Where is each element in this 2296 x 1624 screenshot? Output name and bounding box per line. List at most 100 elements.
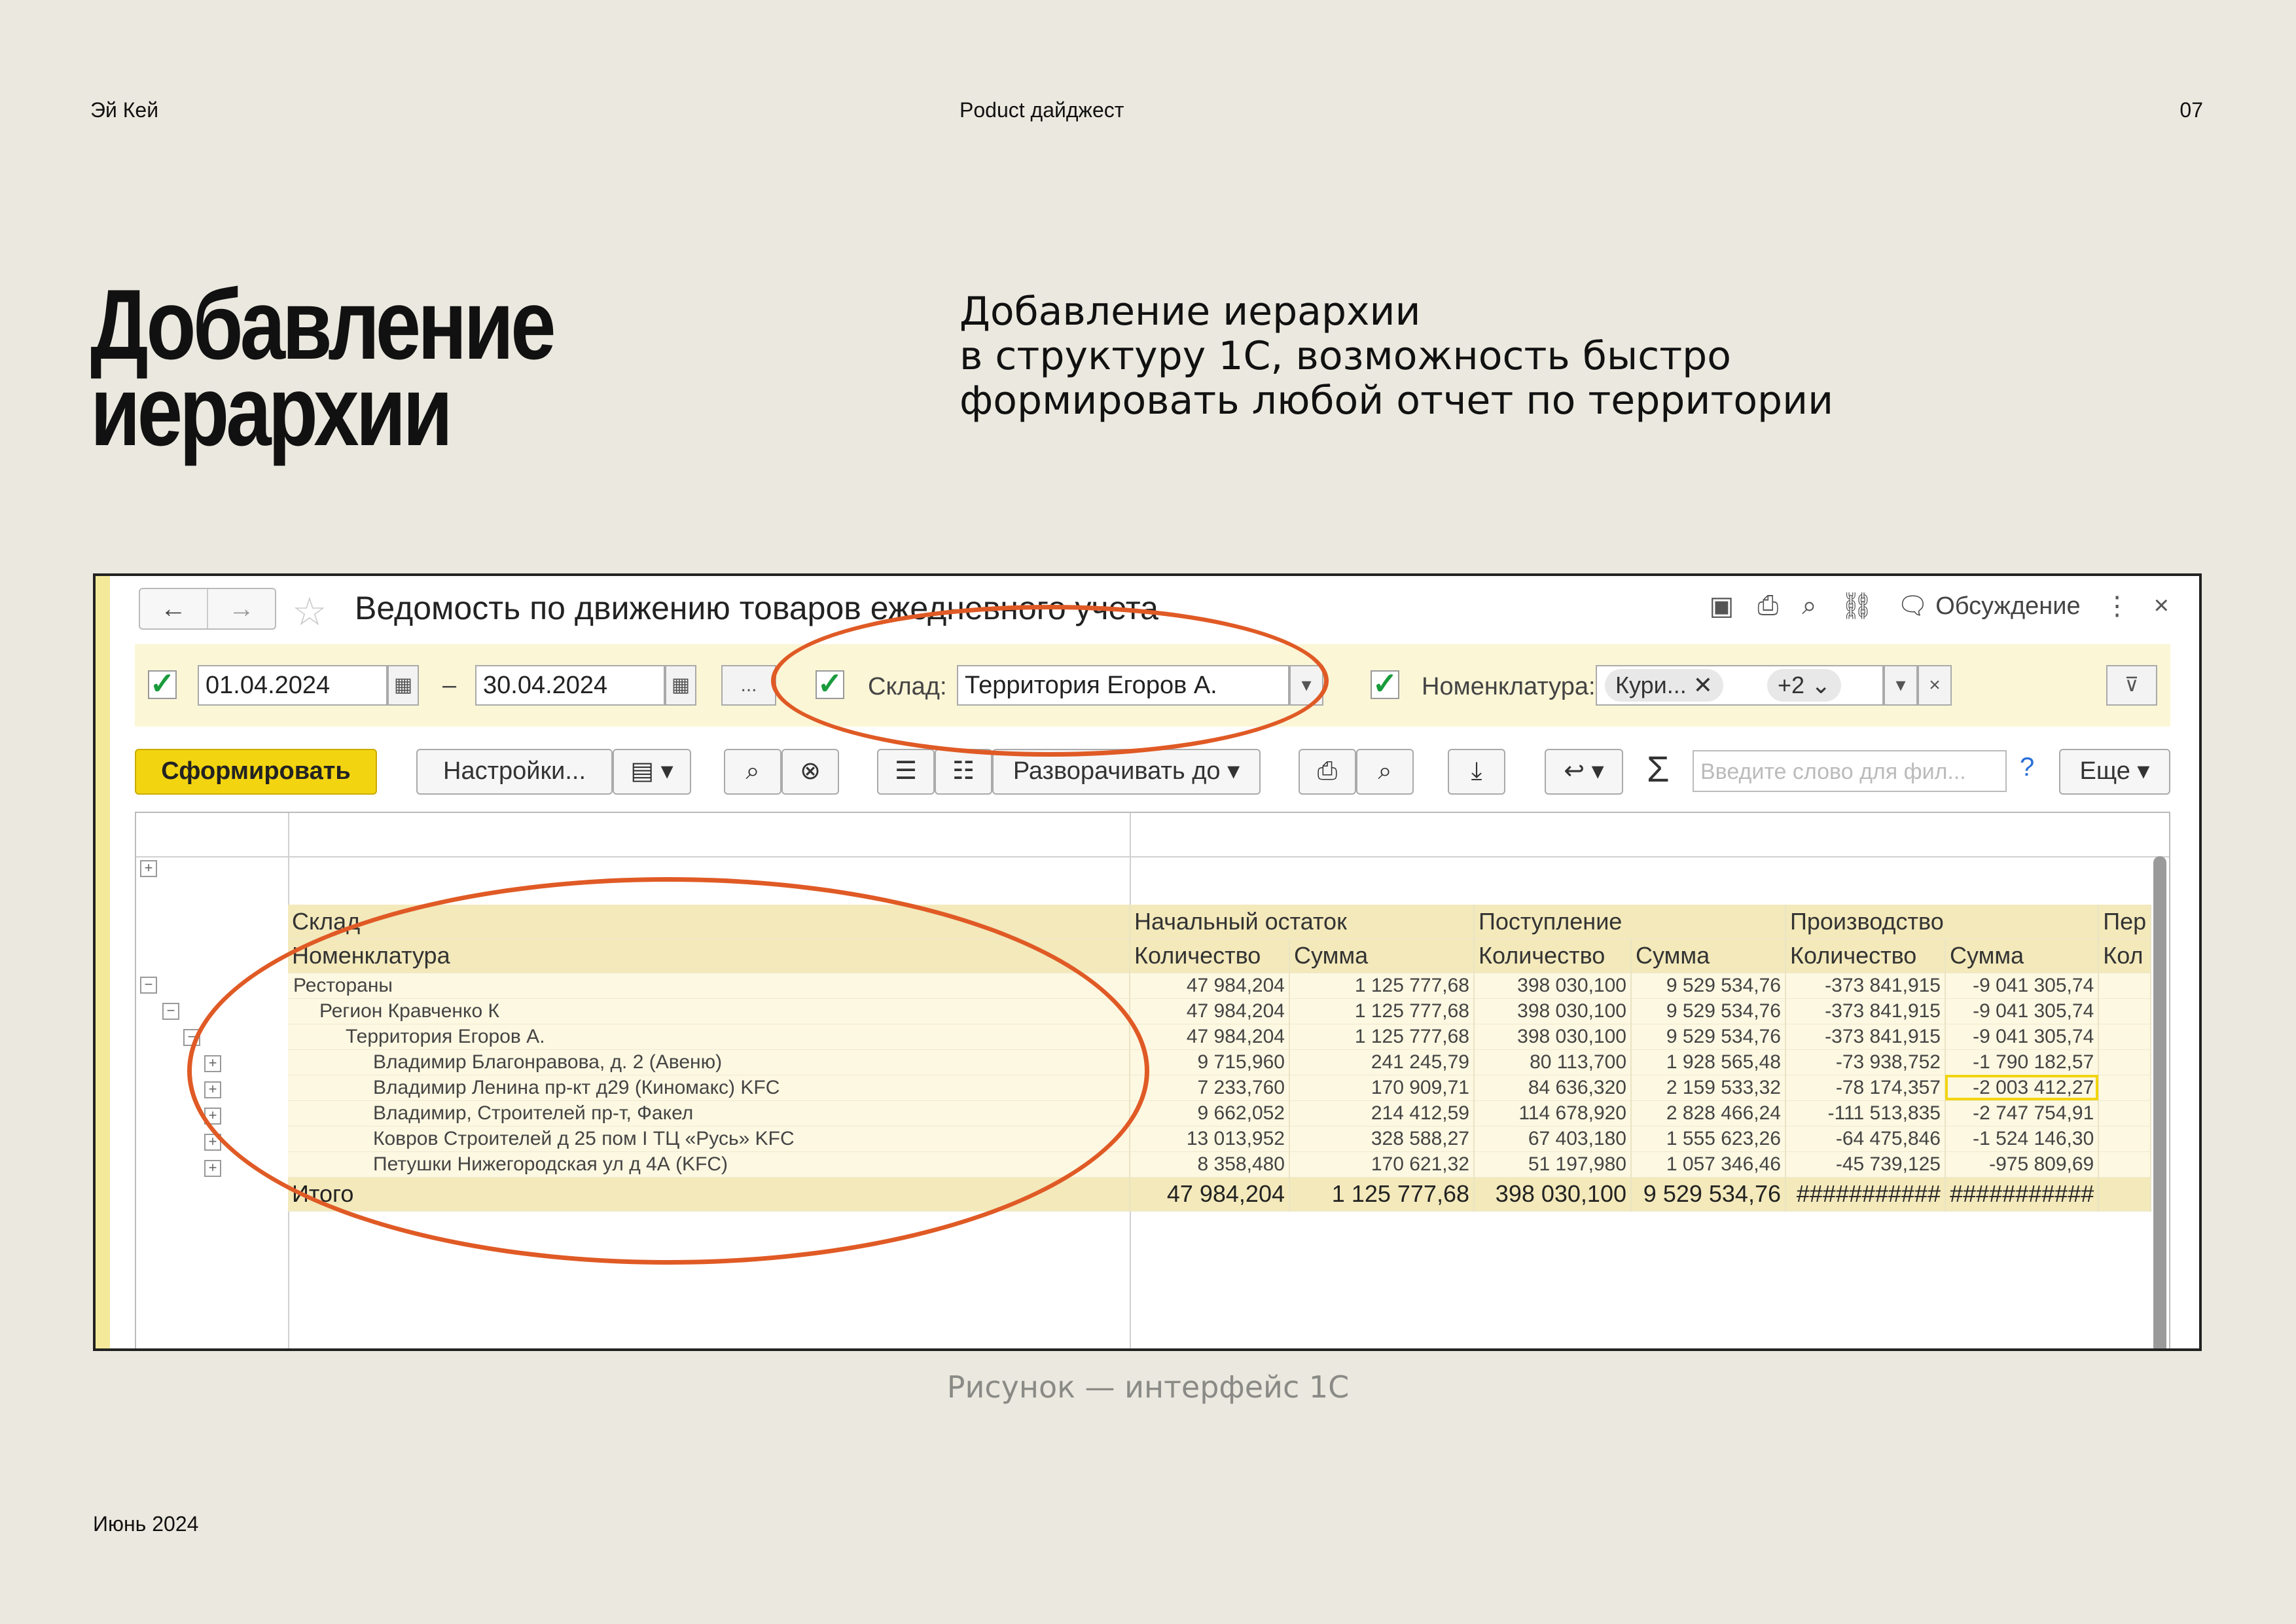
column-header[interactable]: Производство (1785, 905, 2100, 939)
cell-value: 9 529 534,76 (1631, 973, 1786, 999)
collapse-level-icon[interactable]: − (140, 977, 157, 994)
nomenclature-tag[interactable]: Кури... ✕ (1605, 669, 1723, 702)
cell-value: 9 715,960 (1130, 1049, 1290, 1075)
cell-value (2098, 1024, 2152, 1050)
cell-value: 51 197,980 (1474, 1151, 1632, 1178)
date-separator: – (442, 672, 457, 699)
cell-value: 1 125 777,68 (1289, 973, 1475, 999)
cell-value (2098, 1126, 2152, 1152)
window-toolbar: ▣ ⎙ ⌕ ⛓ 🗨 Обсуждение ⋮ × (1709, 590, 2169, 621)
search-icon[interactable]: ⌕ (724, 749, 781, 795)
collapse-groups-icon[interactable]: ☰ (877, 749, 935, 795)
highlight-ellipse-warehouse (771, 605, 1329, 757)
date-from-field[interactable]: 01.04.2024 (198, 665, 387, 706)
cell-value: 67 403,180 (1474, 1126, 1632, 1152)
cell-value: 170 621,32 (1289, 1151, 1475, 1178)
app-window: ← → ☆ Ведомость по движению товаров ежед… (93, 573, 2202, 1351)
total-value: 47 984,204 (1130, 1177, 1290, 1212)
column-header[interactable]: Количество (1130, 939, 1290, 973)
cell-value: -73 938,752 (1785, 1049, 1946, 1075)
close-icon[interactable]: × (2154, 591, 2169, 621)
cell-value: -373 841,915 (1785, 1024, 1946, 1050)
column-header[interactable]: Сумма (1945, 939, 2100, 973)
forward-arrow-icon[interactable]: → (207, 589, 275, 628)
variant-icon[interactable]: ▤ ▾ (613, 749, 691, 795)
undo-icon[interactable]: ↩ ▾ (1545, 749, 1623, 795)
total-value: 1 125 777,68 (1289, 1177, 1475, 1212)
figure-caption: Рисунок — интерфейс 1С (946, 1369, 1350, 1405)
help-icon[interactable]: ? (2020, 753, 2034, 782)
remove-tag-icon[interactable]: ✕ (1693, 672, 1713, 698)
expand-all-icon[interactable]: + (140, 860, 157, 877)
date-to-field[interactable]: 30.04.2024 (475, 665, 665, 706)
cell-value: -373 841,915 (1785, 973, 1946, 999)
cell-value: -9 041 305,74 (1945, 998, 2100, 1024)
calendar-icon[interactable]: ▦ (387, 665, 419, 706)
generate-button[interactable]: Сформировать (135, 749, 377, 795)
column-header[interactable]: Начальный остаток (1130, 905, 1475, 939)
cell-value (2098, 1100, 2152, 1127)
cell-value: 9 529 534,76 (1631, 998, 1786, 1024)
cell-value: -1 524 146,30 (1945, 1126, 2100, 1152)
print-icon[interactable]: ⎙ (1757, 591, 1778, 621)
cell-value: 328 588,27 (1289, 1126, 1475, 1152)
settings-button[interactable]: Настройки... (416, 749, 613, 795)
expand-groups-icon[interactable]: ☷ (935, 749, 992, 795)
print-preview-icon[interactable]: ⌕ (1356, 749, 1414, 795)
period-checkbox[interactable]: ✓ (148, 668, 177, 699)
favorite-star-icon[interactable]: ☆ (292, 589, 327, 635)
cell-value: 9 662,052 (1130, 1100, 1290, 1127)
cell-value: 398 030,100 (1474, 1024, 1632, 1050)
print-icon[interactable]: ⎙ (1299, 749, 1356, 795)
more-vert-icon[interactable]: ⋮ (2104, 591, 2130, 621)
expand-row-icon[interactable]: + (204, 1160, 221, 1177)
calendar-icon[interactable]: ▦ (665, 665, 696, 706)
save-icon[interactable]: ▣ (1709, 591, 1734, 621)
discussion-button[interactable]: 🗨 Обсуждение (1897, 592, 2080, 621)
column-header[interactable]: Количество (1474, 939, 1632, 973)
cell-value: 114 678,920 (1474, 1100, 1632, 1127)
title-line-2: иерархии (90, 355, 453, 467)
digest-label: Poduct дайджест (960, 98, 1124, 122)
search-input[interactable]: Введите слово для фил... (1693, 750, 2007, 792)
column-header[interactable]: Кол (2098, 939, 2152, 973)
cell-value: 80 113,700 (1474, 1049, 1632, 1075)
chevron-down-icon[interactable]: ▾ (1884, 665, 1918, 706)
column-header[interactable]: Сумма (1289, 939, 1475, 973)
cell-value: 241 245,79 (1289, 1049, 1475, 1075)
clear-icon[interactable]: × (1918, 665, 1952, 706)
download-icon[interactable]: ⤓ (1448, 749, 1505, 795)
vertical-scrollbar[interactable] (2153, 856, 2166, 1348)
discussion-label: Обсуждение (1935, 592, 2081, 620)
search-clear-icon[interactable]: ⊗ (781, 749, 839, 795)
cell-value: 1 057 346,46 (1631, 1151, 1786, 1178)
column-header[interactable]: Поступление (1474, 905, 1786, 939)
cell-value: 214 412,59 (1289, 1100, 1475, 1127)
nomenclature-checkbox[interactable]: ✓ (1371, 668, 1399, 699)
filter-icon[interactable]: ⊽ (2106, 665, 2157, 706)
subtitle: Добавление иерархии в структуру 1С, возм… (960, 289, 1876, 423)
total-value: 9 529 534,76 (1631, 1177, 1786, 1212)
cell-value: -64 475,846 (1785, 1126, 1946, 1152)
cell-value: -373 841,915 (1785, 998, 1946, 1024)
cell-value (2098, 1151, 2152, 1178)
preview-icon[interactable]: ⌕ (1802, 591, 1816, 621)
expand-to-label: Разворачивать до (1013, 757, 1221, 785)
subtitle-line-2: в структуру 1С, возможность быстро (960, 333, 1731, 379)
cell-value (2098, 998, 2152, 1024)
cell-value: -9 041 305,74 (1945, 973, 2100, 999)
more-button[interactable]: Еще ▾ (2059, 749, 2170, 795)
back-arrow-icon[interactable]: ← (140, 589, 207, 628)
sum-icon[interactable]: Σ (1647, 748, 1670, 790)
cell-value: 398 030,100 (1474, 973, 1632, 999)
nomenclature-more-tag[interactable]: +2 ⌄ (1767, 669, 1842, 702)
column-header[interactable]: Пер (2098, 905, 2152, 939)
total-value: ########### (1945, 1177, 2100, 1212)
column-header[interactable]: Сумма (1631, 939, 1786, 973)
link-icon[interactable]: ⛓ (1840, 590, 1874, 621)
cell-value: 47 984,204 (1130, 1024, 1290, 1050)
collapse-level-icon[interactable]: − (162, 1003, 179, 1020)
cell-value: 47 984,204 (1130, 973, 1290, 999)
column-header[interactable]: Количество (1785, 939, 1946, 973)
period-choice-button[interactable]: ... (721, 665, 776, 706)
